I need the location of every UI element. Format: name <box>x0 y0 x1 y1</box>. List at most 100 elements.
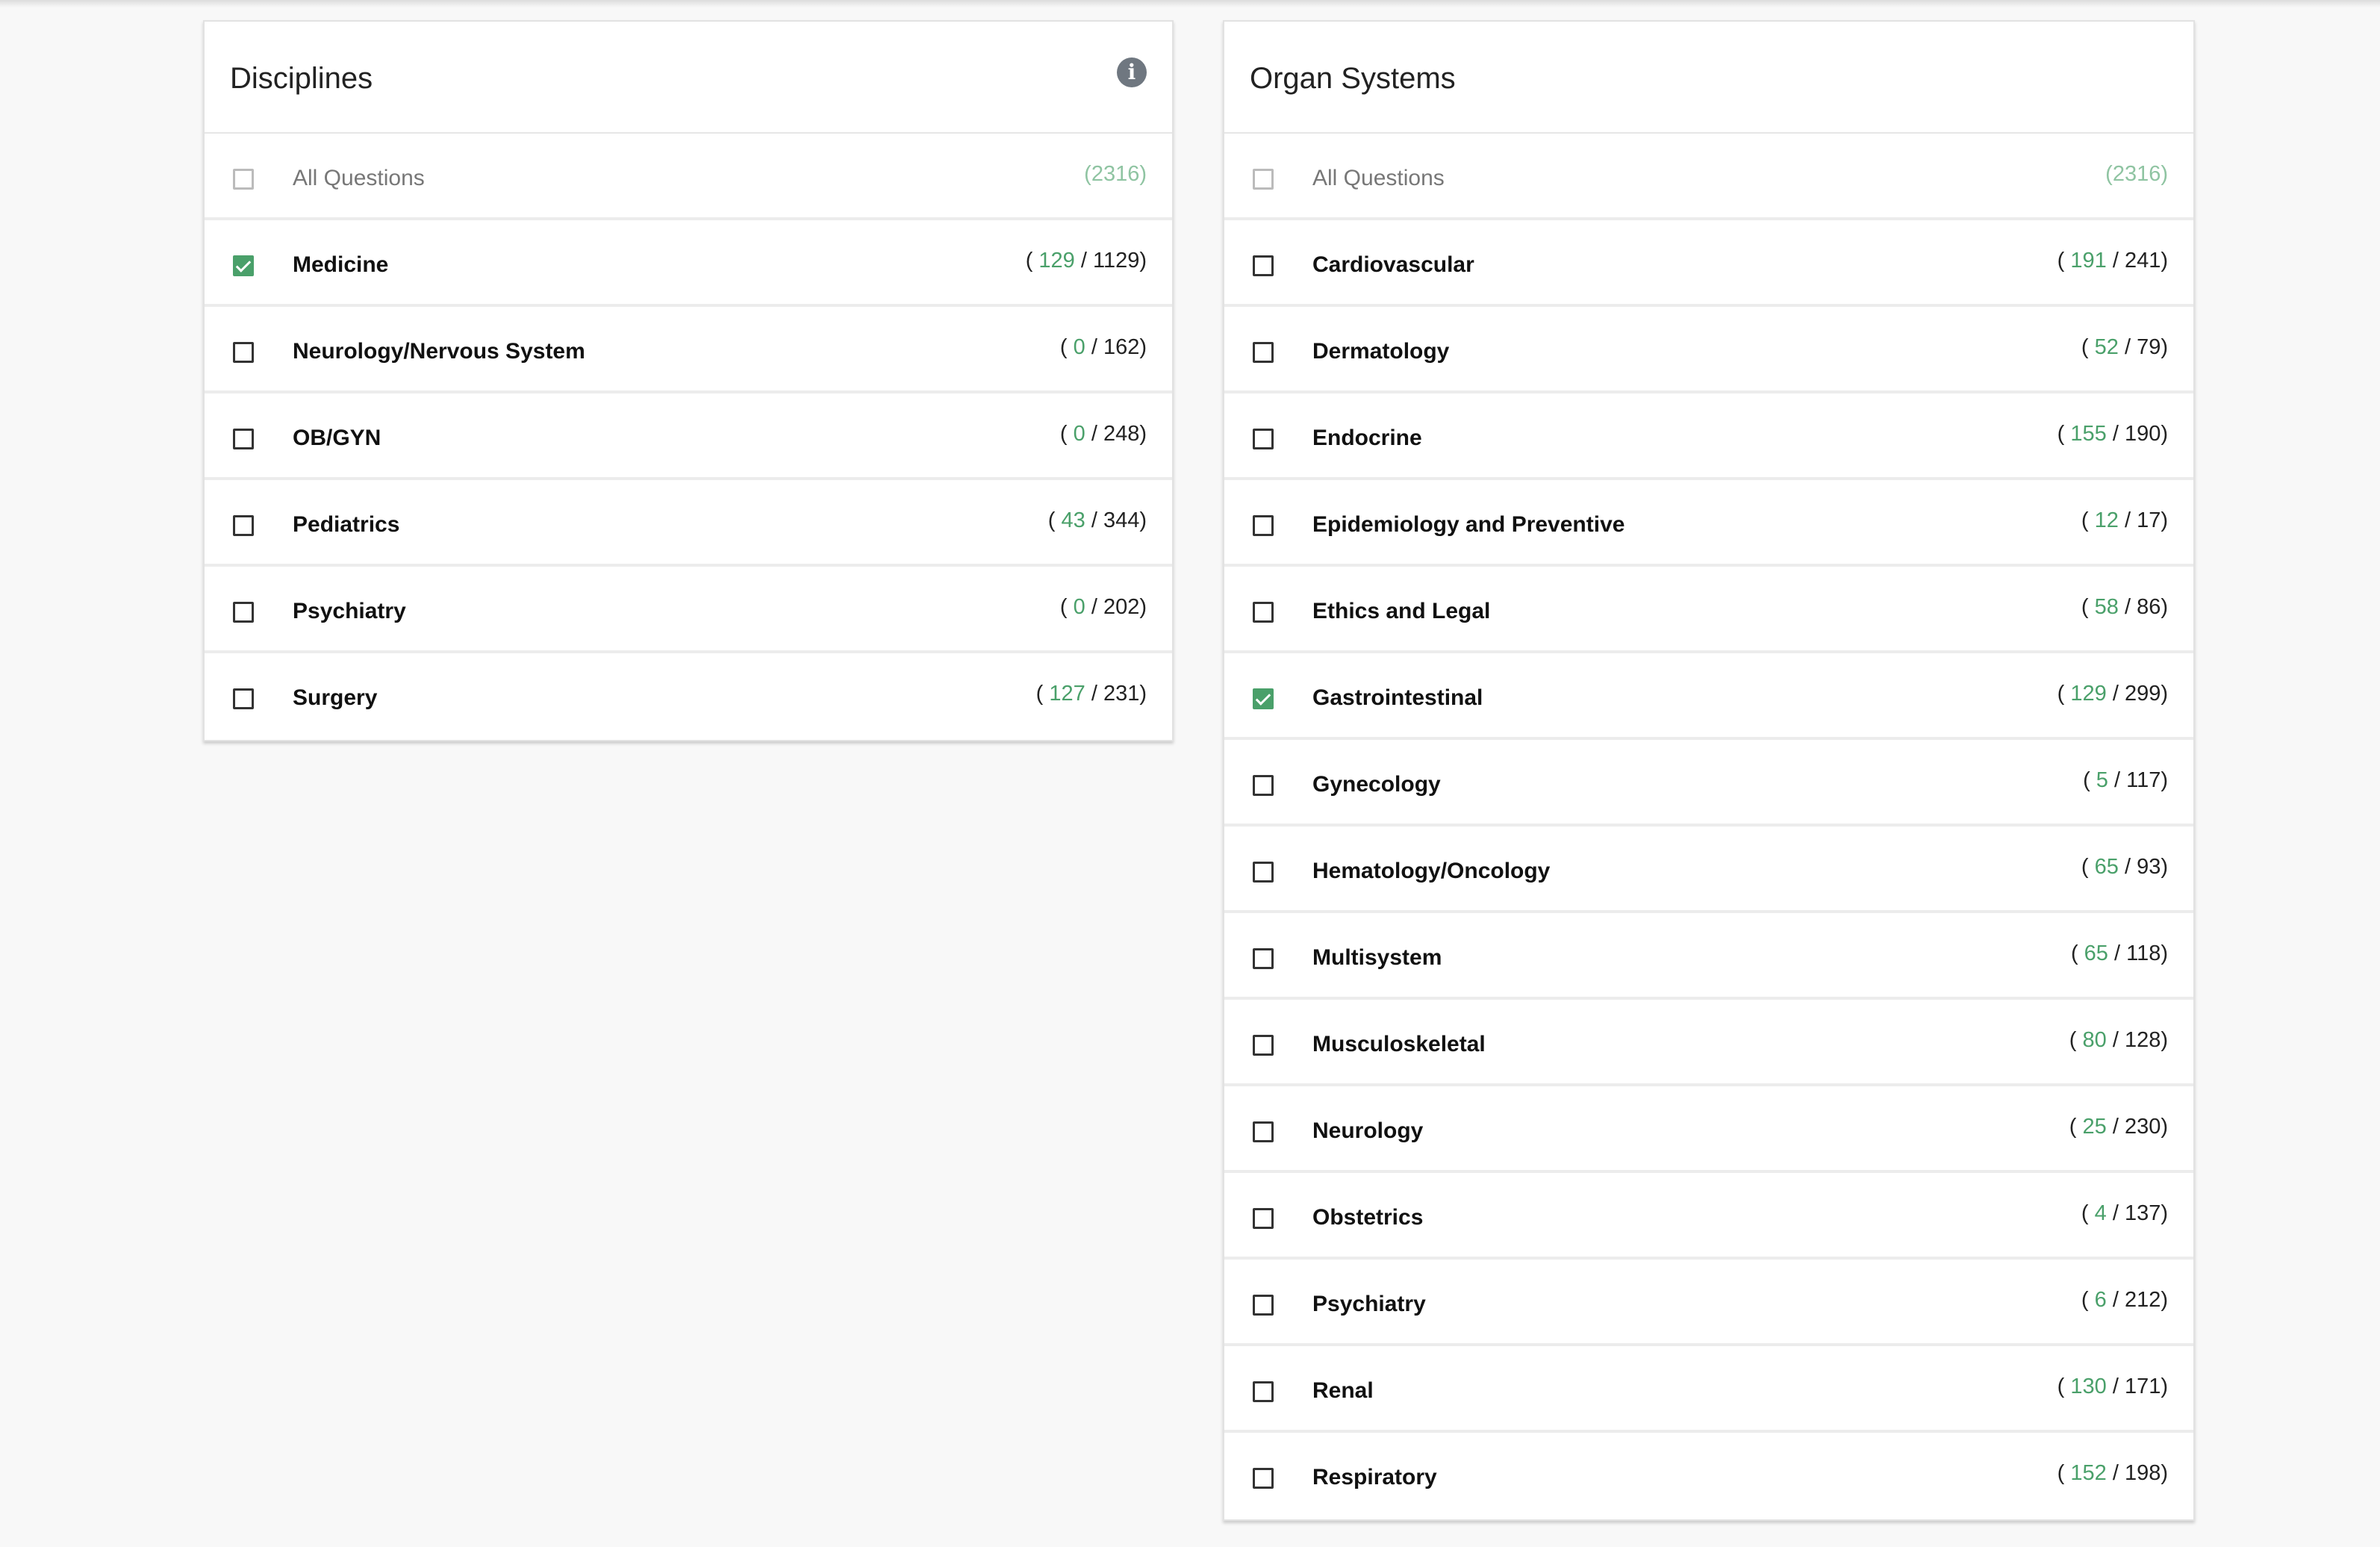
discipline-row-psychiatry[interactable]: Psychiatry ( 0 / 202) <box>205 567 1172 653</box>
used-count: 130 <box>2070 1375 2107 1398</box>
total-count: / 299) <box>2106 682 2168 706</box>
all-questions-checkbox[interactable] <box>1253 169 1274 190</box>
disciplines-panel: Disciplines i All Questions (2316) Medic… <box>203 20 1174 741</box>
organ-system-row-gastrointestinal[interactable]: Gastrointestinal ( 129 / 299) <box>1224 653 2193 740</box>
all-questions-count: (2316) <box>1084 162 1147 186</box>
count-open: ( <box>2069 1115 2083 1139</box>
medicine-label: Medicine <box>293 252 389 277</box>
psychiatry-count: ( 0 / 202) <box>1060 592 1147 622</box>
epidemiology-and-preventive-checkbox[interactable] <box>1253 515 1274 536</box>
total-count: / 117) <box>2108 768 2168 792</box>
organ-systems-title: Organ Systems <box>1250 62 1456 95</box>
count-open: ( <box>1035 682 1050 706</box>
obstetrics-checkbox[interactable] <box>1253 1208 1274 1229</box>
info-icon[interactable]: i <box>1117 57 1147 87</box>
musculoskeletal-count: ( 80 / 128) <box>2069 1025 2168 1055</box>
discipline-row-ob-gyn[interactable]: OB/GYN ( 0 / 248) <box>205 393 1172 480</box>
used-count: 80 <box>2082 1028 2107 1052</box>
respiratory-label: Respiratory <box>1312 1465 1437 1490</box>
count-open: ( <box>2069 1028 2083 1052</box>
medicine-checkbox[interactable] <box>233 255 254 276</box>
discipline-row-neurology-nervous-system[interactable]: Neurology/Nervous System ( 0 / 162) <box>205 307 1172 393</box>
total-count: / 248) <box>1085 422 1147 446</box>
organ-system-row-gynecology[interactable]: Gynecology ( 5 / 117) <box>1224 740 2193 827</box>
psychiatry-label: Psychiatry <box>293 599 406 623</box>
count-open: ( <box>2057 1375 2071 1398</box>
gynecology-checkbox[interactable] <box>1253 775 1274 796</box>
hematology-oncology-label: Hematology/Oncology <box>1312 859 1551 883</box>
used-count: 25 <box>2082 1115 2107 1139</box>
discipline-row-surgery[interactable]: Surgery ( 127 / 231) <box>205 653 1172 740</box>
cardiovascular-count: ( 191 / 241) <box>2057 246 2168 276</box>
count-open: ( <box>2081 508 2095 532</box>
disciplines-header: Disciplines i <box>205 22 1172 134</box>
used-count: 65 <box>2084 941 2108 965</box>
gastrointestinal-checkbox[interactable] <box>1253 688 1274 709</box>
hematology-oncology-count: ( 65 / 93) <box>2081 852 2168 882</box>
organ-system-row-endocrine[interactable]: Endocrine ( 155 / 190) <box>1224 393 2193 480</box>
ethics-and-legal-count: ( 58 / 86) <box>2081 592 2168 622</box>
surgery-checkbox[interactable] <box>233 688 254 709</box>
pediatrics-checkbox[interactable] <box>233 515 254 536</box>
organ-system-row-dermatology[interactable]: Dermatology ( 52 / 79) <box>1224 307 2193 393</box>
renal-checkbox[interactable] <box>1253 1381 1274 1402</box>
dermatology-label: Dermatology <box>1312 339 1450 364</box>
organ-system-row-epidemiology-and-preventive[interactable]: Epidemiology and Preventive ( 12 / 17) <box>1224 480 2193 567</box>
epidemiology-and-preventive-count: ( 12 / 17) <box>2081 505 2168 535</box>
neurology-count: ( 25 / 230) <box>2069 1112 2168 1142</box>
ethics-and-legal-label: Ethics and Legal <box>1312 599 1491 623</box>
obstetrics-count: ( 4 / 137) <box>2081 1198 2168 1228</box>
organ-system-row-multisystem[interactable]: Multisystem ( 65 / 118) <box>1224 913 2193 1000</box>
ethics-and-legal-checkbox[interactable] <box>1253 602 1274 623</box>
dermatology-checkbox[interactable] <box>1253 342 1274 363</box>
psychiatry-checkbox[interactable] <box>233 602 254 623</box>
organ-system-row-cardiovascular[interactable]: Cardiovascular ( 191 / 241) <box>1224 220 2193 307</box>
count-open: ( <box>1047 508 1062 532</box>
used-count: 0 <box>1073 595 1085 619</box>
used-count: 5 <box>2096 768 2108 792</box>
used-count: 129 <box>1038 249 1075 273</box>
neurology-nervous-system-checkbox[interactable] <box>233 342 254 363</box>
medicine-count: ( 129 / 1129) <box>1026 246 1147 276</box>
dermatology-count: ( 52 / 79) <box>2081 332 2168 362</box>
respiratory-checkbox[interactable] <box>1253 1468 1274 1489</box>
gastrointestinal-label: Gastrointestinal <box>1312 685 1483 710</box>
organ-system-row-hematology-oncology[interactable]: Hematology/Oncology ( 65 / 93) <box>1224 827 2193 913</box>
ob-gyn-checkbox[interactable] <box>233 429 254 449</box>
endocrine-checkbox[interactable] <box>1253 429 1274 449</box>
musculoskeletal-checkbox[interactable] <box>1253 1035 1274 1056</box>
obstetrics-label: Obstetrics <box>1312 1205 1424 1230</box>
respiratory-count: ( 152 / 198) <box>2057 1458 2168 1488</box>
organ-systems-all-questions-row[interactable]: All Questions (2316) <box>1224 134 2193 220</box>
count-open: ( <box>2081 335 2095 359</box>
endocrine-count: ( 155 / 190) <box>2057 419 2168 449</box>
used-count: 0 <box>1073 335 1085 359</box>
hematology-oncology-checkbox[interactable] <box>1253 862 1274 883</box>
organ-system-row-ethics-and-legal[interactable]: Ethics and Legal ( 58 / 86) <box>1224 567 2193 653</box>
multisystem-checkbox[interactable] <box>1253 948 1274 969</box>
used-count: 152 <box>2070 1461 2107 1485</box>
disciplines-all-questions-row[interactable]: All Questions (2316) <box>205 134 1172 220</box>
used-count: 0 <box>1073 422 1085 446</box>
discipline-row-medicine[interactable]: Medicine ( 129 / 1129) <box>205 220 1172 307</box>
discipline-row-pediatrics[interactable]: Pediatrics ( 43 / 344) <box>205 480 1172 567</box>
organ-system-row-neurology[interactable]: Neurology ( 25 / 230) <box>1224 1086 2193 1173</box>
psychiatry-label: Psychiatry <box>1312 1292 1426 1316</box>
organ-system-row-respiratory[interactable]: Respiratory ( 152 / 198) <box>1224 1433 2193 1519</box>
ob-gyn-label: OB/GYN <box>293 426 381 450</box>
organ-system-row-renal[interactable]: Renal ( 130 / 171) <box>1224 1346 2193 1433</box>
neurology-nervous-system-count: ( 0 / 162) <box>1060 332 1147 362</box>
total-count: / 128) <box>2106 1028 2168 1052</box>
psychiatry-checkbox[interactable] <box>1253 1295 1274 1316</box>
count-open: ( <box>2081 855 2095 879</box>
organ-system-row-psychiatry[interactable]: Psychiatry ( 6 / 212) <box>1224 1260 2193 1346</box>
cardiovascular-checkbox[interactable] <box>1253 255 1274 276</box>
multisystem-label: Multisystem <box>1312 945 1442 970</box>
organ-systems-header: Organ Systems <box>1224 22 2193 134</box>
all-questions-checkbox[interactable] <box>233 169 254 190</box>
organ-system-row-musculoskeletal[interactable]: Musculoskeletal ( 80 / 128) <box>1224 1000 2193 1086</box>
used-count: 129 <box>2070 682 2107 706</box>
renal-label: Renal <box>1312 1378 1374 1403</box>
organ-system-row-obstetrics[interactable]: Obstetrics ( 4 / 137) <box>1224 1173 2193 1260</box>
neurology-checkbox[interactable] <box>1253 1121 1274 1142</box>
